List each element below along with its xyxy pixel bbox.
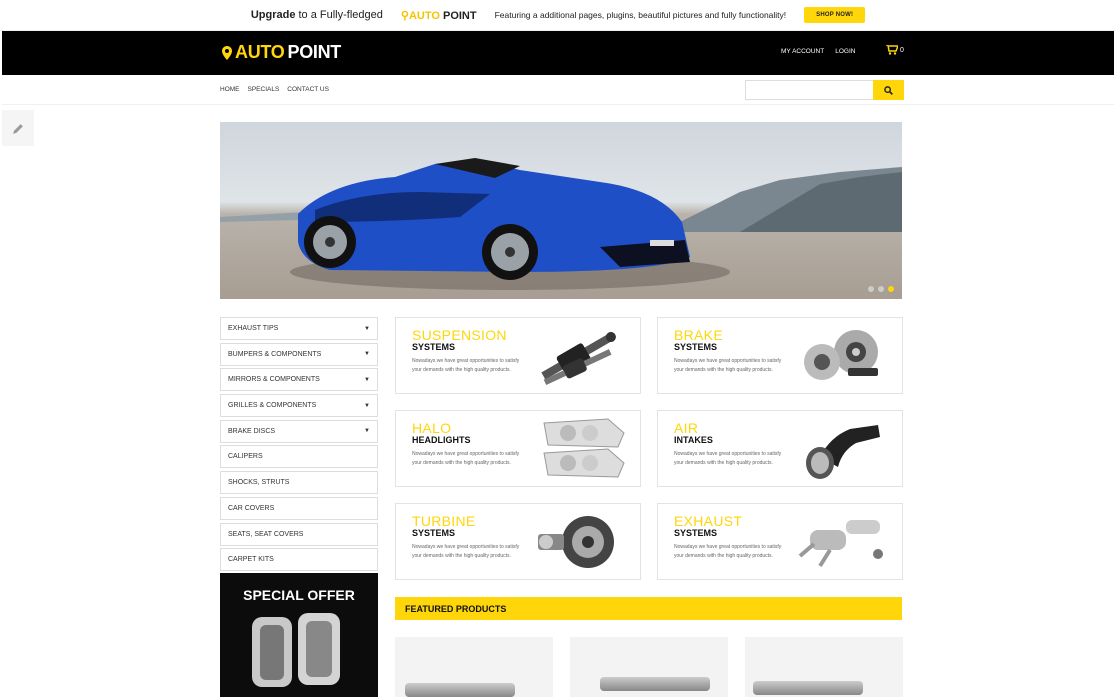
caret-down-icon: ▼ — [364, 402, 370, 409]
product-image — [753, 681, 863, 695]
nav-contact-us[interactable]: CONTACT US — [287, 86, 329, 93]
hero-slider[interactable] — [220, 122, 902, 299]
search-button[interactable] — [873, 80, 904, 100]
search-icon — [884, 85, 893, 95]
promo-brand: ⚲AUTO POINT — [400, 9, 477, 22]
promo-text: to a Fully-fledged — [298, 9, 383, 21]
special-offer-title: SPECIAL OFFER — [243, 587, 355, 603]
card-halo[interactable]: HALO HEADLIGHTS Nowadays we have great o… — [395, 410, 641, 487]
hero-car-image — [220, 158, 902, 290]
slider-dots — [868, 286, 894, 292]
promo-bar: Upgrade to a Fully-fledged ⚲AUTO POINT F… — [0, 0, 1116, 31]
nav-specials[interactable]: SPECIALS — [248, 86, 280, 93]
logo-point: POINT — [287, 42, 341, 62]
promo-upgrade: Upgrade — [250, 9, 296, 21]
logo-auto: AUTO — [235, 42, 285, 62]
product-card[interactable] — [570, 637, 728, 697]
product-card[interactable] — [745, 637, 903, 697]
air-intake-image — [806, 425, 880, 479]
category-mirrors-components[interactable]: MIRRORS & COMPONENTS ▼ — [220, 368, 378, 392]
special-offer-banner[interactable]: SPECIAL OFFER — [220, 573, 378, 697]
category-carpet-kits[interactable]: CARPET KITS — [220, 548, 378, 572]
slider-dot[interactable] — [878, 286, 884, 292]
search-input[interactable] — [745, 80, 875, 100]
caret-down-icon: ▼ — [364, 351, 370, 358]
category-bumpers-components[interactable]: BUMPERS & COMPONENTS ▼ — [220, 342, 378, 366]
brake-caliper-image — [252, 613, 340, 687]
brake-image — [804, 330, 878, 380]
my-account-link[interactable]: MY ACCOUNT — [781, 48, 824, 55]
category-exhaust-tips[interactable]: EXHAUST TIPS ▼ — [220, 317, 378, 340]
category-calipers[interactable]: CALIPERS — [220, 445, 378, 469]
caret-down-icon: ▼ — [364, 376, 370, 383]
cart-icon — [886, 45, 898, 55]
site-logo[interactable]: AUTO POINT — [222, 42, 341, 63]
category-brake-discs[interactable]: BRAKE DISCS ▼ — [220, 419, 378, 443]
category-car-covers[interactable]: CAR COVERS — [220, 496, 378, 520]
cart-count: 0 — [900, 46, 904, 54]
category-seats-seat-covers[interactable]: SEATS, SEAT COVERS — [220, 522, 378, 546]
card-turbine[interactable]: TURBINE SYSTEMS Nowadays we have great o… — [395, 503, 641, 580]
turbo-image — [538, 516, 614, 568]
shop-now-button[interactable]: SHOP NOW! — [804, 7, 866, 23]
card-air[interactable]: AIR INTAKES Nowadays we have great oppor… — [657, 410, 903, 487]
caret-down-icon: ▼ — [364, 325, 370, 332]
product-image — [405, 683, 515, 697]
product-image — [600, 677, 710, 691]
suspension-image — [541, 332, 616, 386]
slider-dot-active[interactable] — [888, 286, 894, 292]
featured-products-header: FEATURED PRODUCTS — [395, 597, 902, 620]
category-shocks-struts[interactable]: SHOCKS, STRUTS — [220, 471, 378, 495]
login-link[interactable]: LOGIN — [835, 48, 855, 55]
main-nav: HOME SPECIALS CONTACT US — [2, 75, 1114, 105]
product-card[interactable] — [395, 637, 553, 697]
category-sidebar: EXHAUST TIPS ▼ BUMPERS & COMPONENTS ▼ MIRR… — [220, 317, 378, 574]
account-nav: MY ACCOUNT LOGIN — [781, 48, 855, 55]
slider-dot[interactable] — [868, 286, 874, 292]
promo-features: Featuring a additional pages, plugins, b… — [494, 10, 787, 20]
exhaust-image — [798, 520, 883, 568]
edit-button[interactable] — [2, 110, 34, 146]
map-pin-icon — [222, 45, 232, 60]
caret-down-icon: ▼ — [364, 428, 370, 435]
card-brake[interactable]: BRAKE SYSTEMS Nowadays we have great opp… — [657, 317, 903, 394]
headlight-image — [543, 418, 625, 478]
cart-button[interactable]: 0 — [886, 45, 904, 55]
pencil-icon — [12, 123, 23, 134]
card-exhaust[interactable]: EXHAUST SYSTEMS Nowadays we have great o… — [657, 503, 903, 580]
nav-home[interactable]: HOME — [220, 86, 240, 93]
card-suspension[interactable]: SUSPENSION SYSTEMS Nowadays we have grea… — [395, 317, 641, 394]
category-grilles-components[interactable]: GRILLES & COMPONENTS ▼ — [220, 394, 378, 418]
site-header: AUTO POINT MY ACCOUNT LOGIN 0 — [2, 31, 1114, 75]
